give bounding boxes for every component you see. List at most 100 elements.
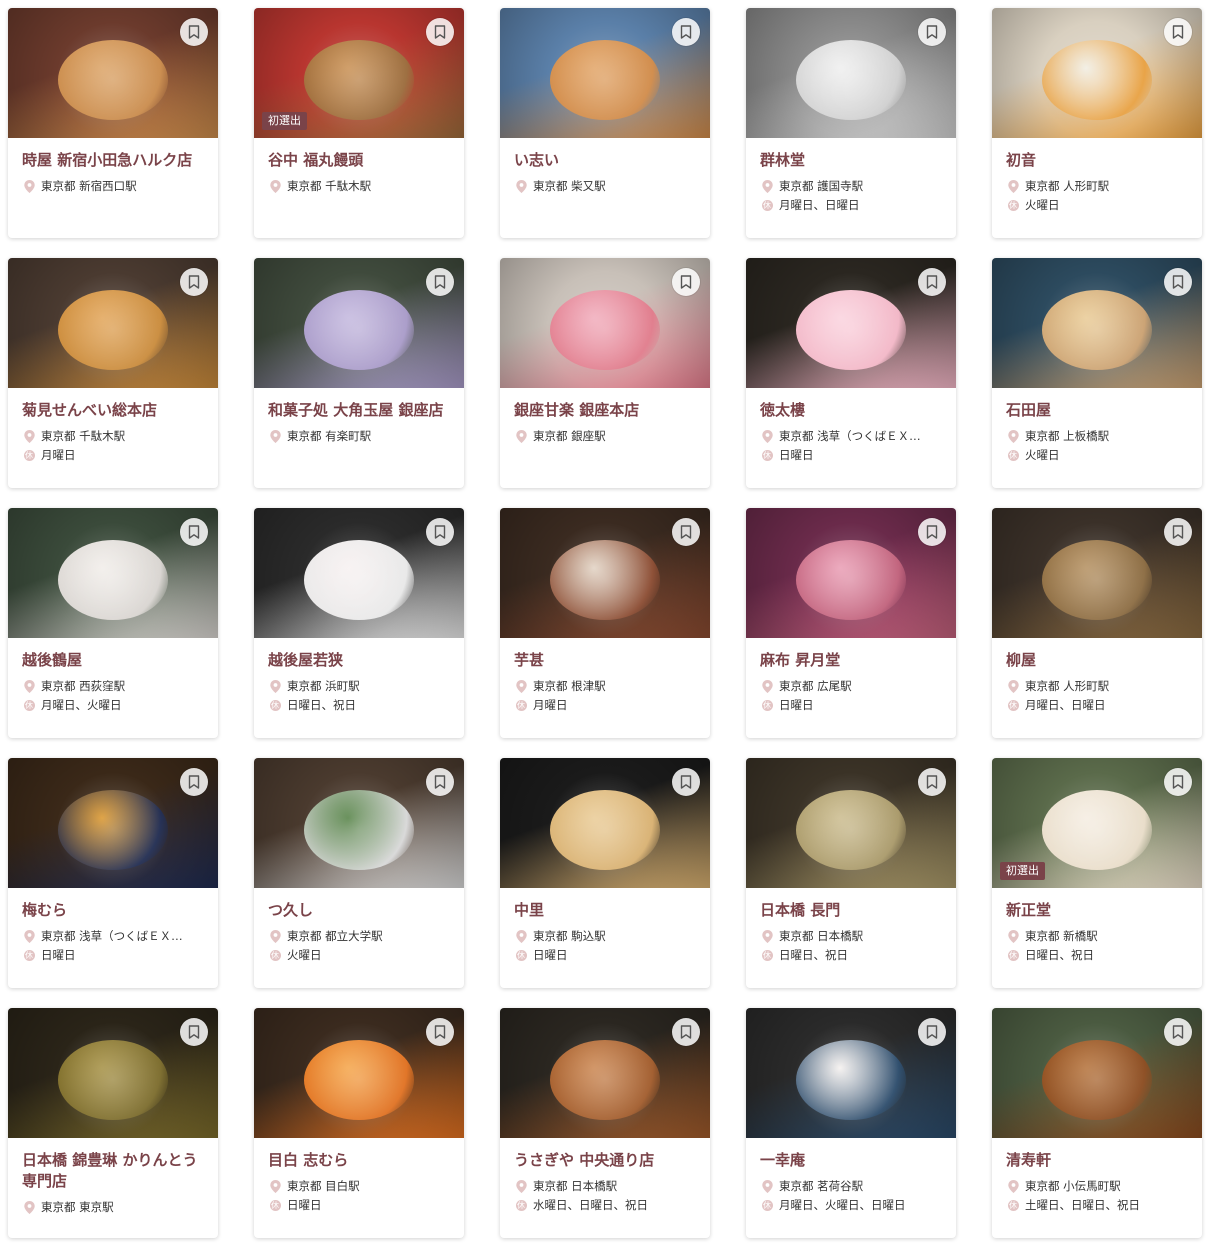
bookmark-button[interactable] bbox=[426, 268, 454, 296]
shop-card[interactable]: うさぎや 中央通り店 東京都 日本橋駅休水曜日、日曜日、祝日 bbox=[500, 1008, 710, 1238]
bookmark-button[interactable] bbox=[180, 768, 208, 796]
shop-card[interactable]: 石田屋 東京都 上板橋駅休火曜日 bbox=[992, 258, 1202, 488]
shop-name[interactable]: 初音 bbox=[1006, 150, 1188, 171]
shop-name[interactable]: 越後鶴屋 bbox=[22, 650, 204, 671]
bookmark-button[interactable] bbox=[1164, 268, 1192, 296]
shop-name[interactable]: 時屋 新宿小田急ハルク店 bbox=[22, 150, 204, 171]
shop-photo[interactable] bbox=[8, 1008, 218, 1138]
shop-photo[interactable] bbox=[992, 508, 1202, 638]
bookmark-button[interactable] bbox=[918, 18, 946, 46]
shop-card[interactable]: 一幸庵 東京都 茗荷谷駅休月曜日、火曜日、日曜日 bbox=[746, 1008, 956, 1238]
bookmark-button[interactable] bbox=[672, 768, 700, 796]
bookmark-button[interactable] bbox=[918, 518, 946, 546]
shop-photo[interactable] bbox=[992, 8, 1202, 138]
bookmark-button[interactable] bbox=[426, 518, 454, 546]
shop-name[interactable]: 梅むら bbox=[22, 900, 204, 921]
shop-card[interactable]: 初選出 新正堂 東京都 新橋駅休日曜日、祝日 bbox=[992, 758, 1202, 988]
shop-card[interactable]: 梅むら 東京都 浅草（つくばＥＸ… 休日曜日 bbox=[8, 758, 218, 988]
shop-photo[interactable] bbox=[8, 258, 218, 388]
shop-card[interactable]: 中里 東京都 駒込駅休日曜日 bbox=[500, 758, 710, 988]
shop-card[interactable]: 麻布 昇月堂 東京都 広尾駅休日曜日 bbox=[746, 508, 956, 738]
shop-photo[interactable] bbox=[746, 8, 956, 138]
shop-name[interactable]: 群林堂 bbox=[760, 150, 942, 171]
bookmark-button[interactable] bbox=[180, 268, 208, 296]
shop-photo[interactable] bbox=[500, 8, 710, 138]
shop-photo[interactable] bbox=[992, 1008, 1202, 1138]
shop-photo[interactable] bbox=[500, 1008, 710, 1138]
bookmark-button[interactable] bbox=[918, 1018, 946, 1046]
shop-card[interactable]: 群林堂 東京都 護国寺駅休月曜日、日曜日 bbox=[746, 8, 956, 238]
shop-name[interactable]: 日本橋 長門 bbox=[760, 900, 942, 921]
shop-name[interactable]: 和菓子処 大角玉屋 銀座店 bbox=[268, 400, 450, 421]
bookmark-button[interactable] bbox=[672, 18, 700, 46]
shop-name[interactable]: 一幸庵 bbox=[760, 1150, 942, 1171]
shop-name[interactable]: 芋甚 bbox=[514, 650, 696, 671]
shop-card[interactable]: 初音 東京都 人形町駅休火曜日 bbox=[992, 8, 1202, 238]
shop-photo[interactable] bbox=[500, 258, 710, 388]
shop-name[interactable]: 徳太樓 bbox=[760, 400, 942, 421]
shop-card[interactable]: い志い 東京都 柴又駅 bbox=[500, 8, 710, 238]
bookmark-button[interactable] bbox=[1164, 18, 1192, 46]
shop-card[interactable]: 越後鶴屋 東京都 西荻窪駅休月曜日、火曜日 bbox=[8, 508, 218, 738]
shop-name[interactable]: 新正堂 bbox=[1006, 900, 1188, 921]
shop-photo[interactable] bbox=[746, 1008, 956, 1138]
bookmark-button[interactable] bbox=[1164, 768, 1192, 796]
shop-card[interactable]: 柳屋 東京都 人形町駅休月曜日、日曜日 bbox=[992, 508, 1202, 738]
shop-card[interactable]: 徳太樓 東京都 浅草（つくばＥＸ… 休日曜日 bbox=[746, 258, 956, 488]
shop-name[interactable]: 目白 志むら bbox=[268, 1150, 450, 1171]
shop-photo[interactable] bbox=[746, 758, 956, 888]
shop-card[interactable]: 時屋 新宿小田急ハルク店 東京都 新宿西口駅 bbox=[8, 8, 218, 238]
shop-name[interactable]: 日本橋 錦豊琳 かりんとう専門店 bbox=[22, 1150, 204, 1192]
shop-card[interactable]: つ久し 東京都 都立大学駅休火曜日 bbox=[254, 758, 464, 988]
shop-name[interactable]: 麻布 昇月堂 bbox=[760, 650, 942, 671]
shop-name[interactable]: 中里 bbox=[514, 900, 696, 921]
shop-card[interactable]: 越後屋若狭 東京都 浜町駅休日曜日、祝日 bbox=[254, 508, 464, 738]
bookmark-button[interactable] bbox=[1164, 1018, 1192, 1046]
shop-photo[interactable] bbox=[500, 508, 710, 638]
bookmark-button[interactable] bbox=[918, 768, 946, 796]
bookmark-button[interactable] bbox=[426, 1018, 454, 1046]
shop-photo[interactable]: 初選出 bbox=[992, 758, 1202, 888]
shop-card[interactable]: 芋甚 東京都 根津駅休月曜日 bbox=[500, 508, 710, 738]
shop-name[interactable]: うさぎや 中央通り店 bbox=[514, 1150, 696, 1171]
shop-photo[interactable] bbox=[254, 508, 464, 638]
shop-name[interactable]: い志い bbox=[514, 150, 696, 171]
bookmark-button[interactable] bbox=[426, 768, 454, 796]
bookmark-button[interactable] bbox=[1164, 518, 1192, 546]
shop-name[interactable]: 銀座甘楽 銀座本店 bbox=[514, 400, 696, 421]
shop-card[interactable]: 目白 志むら 東京都 目白駅休日曜日 bbox=[254, 1008, 464, 1238]
shop-photo[interactable] bbox=[254, 758, 464, 888]
shop-name[interactable]: 谷中 福丸饅頭 bbox=[268, 150, 450, 171]
shop-photo[interactable] bbox=[8, 8, 218, 138]
shop-name[interactable]: 柳屋 bbox=[1006, 650, 1188, 671]
bookmark-button[interactable] bbox=[180, 18, 208, 46]
bookmark-button[interactable] bbox=[180, 518, 208, 546]
shop-card[interactable]: 和菓子処 大角玉屋 銀座店 東京都 有楽町駅 bbox=[254, 258, 464, 488]
shop-photo[interactable] bbox=[254, 1008, 464, 1138]
shop-name[interactable]: 石田屋 bbox=[1006, 400, 1188, 421]
shop-card[interactable]: 日本橋 長門 東京都 日本橋駅休日曜日、祝日 bbox=[746, 758, 956, 988]
bookmark-button[interactable] bbox=[426, 18, 454, 46]
shop-name[interactable]: 越後屋若狭 bbox=[268, 650, 450, 671]
shop-photo[interactable] bbox=[746, 508, 956, 638]
shop-photo[interactable] bbox=[992, 258, 1202, 388]
bookmark-button[interactable] bbox=[918, 268, 946, 296]
shop-card[interactable]: 菊見せんべい総本店 東京都 千駄木駅休月曜日 bbox=[8, 258, 218, 488]
shop-photo[interactable]: 初選出 bbox=[254, 8, 464, 138]
shop-card[interactable]: 日本橋 錦豊琳 かりんとう専門店 東京都 東京駅 bbox=[8, 1008, 218, 1238]
bookmark-button[interactable] bbox=[672, 518, 700, 546]
shop-name[interactable]: 清寿軒 bbox=[1006, 1150, 1188, 1171]
shop-photo[interactable] bbox=[746, 258, 956, 388]
shop-photo[interactable] bbox=[500, 758, 710, 888]
shop-name[interactable]: 菊見せんべい総本店 bbox=[22, 400, 204, 421]
shop-name[interactable]: つ久し bbox=[268, 900, 450, 921]
shop-card[interactable]: 銀座甘楽 銀座本店 東京都 銀座駅 bbox=[500, 258, 710, 488]
bookmark-button[interactable] bbox=[672, 1018, 700, 1046]
shop-card[interactable]: 清寿軒 東京都 小伝馬町駅休土曜日、日曜日、祝日 bbox=[992, 1008, 1202, 1238]
bookmark-button[interactable] bbox=[672, 268, 700, 296]
shop-photo[interactable] bbox=[8, 508, 218, 638]
bookmark-button[interactable] bbox=[180, 1018, 208, 1046]
shop-photo[interactable] bbox=[254, 258, 464, 388]
shop-card[interactable]: 初選出 谷中 福丸饅頭 東京都 千駄木駅 bbox=[254, 8, 464, 238]
shop-photo[interactable] bbox=[8, 758, 218, 888]
